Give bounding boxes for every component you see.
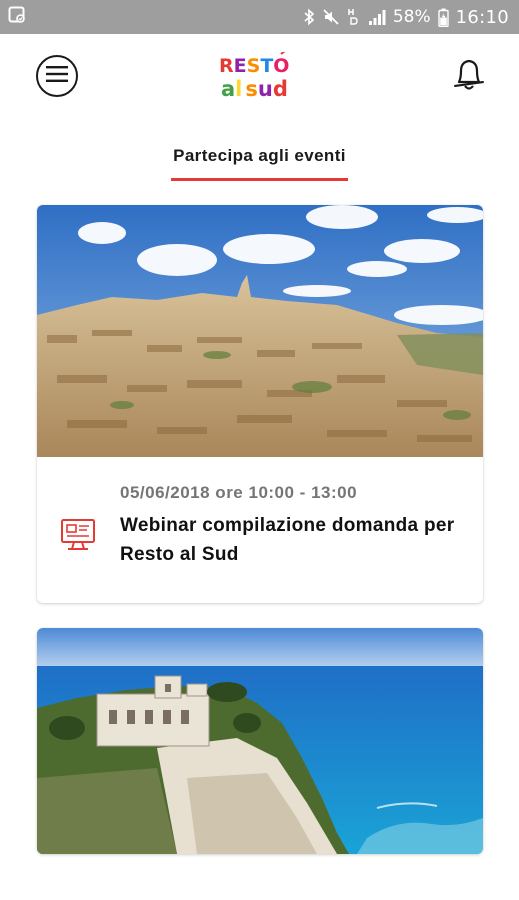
status-bar: 58% 16:10 [0, 0, 519, 34]
event-card-body: 05/06/2018 ore 10:00 - 13:00 Webinar com… [37, 457, 483, 603]
bluetooth-icon [303, 8, 315, 26]
webinar-icon [59, 517, 97, 553]
tab-partecipa-agli-eventi[interactable]: Partecipa agli eventi [171, 138, 348, 181]
mute-icon [322, 8, 340, 26]
bell-icon [452, 56, 486, 96]
battery-percent: 58% [392, 7, 431, 27]
hd-signal-icon [347, 8, 361, 26]
menu-button[interactable] [36, 55, 78, 97]
tropea-coast-photo [37, 628, 483, 854]
hamburger-menu-icon [46, 66, 68, 86]
event-card[interactable]: 05/06/2018 ore 10:00 - 13:00 Webinar com… [37, 205, 483, 603]
signal-icon [368, 8, 386, 26]
screenshot-notification-icon [8, 6, 26, 28]
app-header: RESTO al sud [0, 34, 519, 118]
matera-city-photo [37, 205, 483, 457]
svg-text:alsud: al sud [221, 77, 288, 101]
battery-icon [437, 8, 449, 27]
app-logo: RESTO al sud [215, 52, 305, 102]
event-title: Webinar compilazione domanda per Resto a… [120, 515, 455, 565]
tab-bar: Partecipa agli eventi [0, 138, 519, 181]
event-datetime: 05/06/2018 ore 10:00 - 13:00 [120, 483, 358, 502]
notifications-button[interactable] [447, 54, 491, 98]
svg-text:RESTO: RESTO [219, 55, 289, 77]
event-card[interactable] [37, 628, 483, 854]
clock: 16:10 [455, 6, 509, 28]
